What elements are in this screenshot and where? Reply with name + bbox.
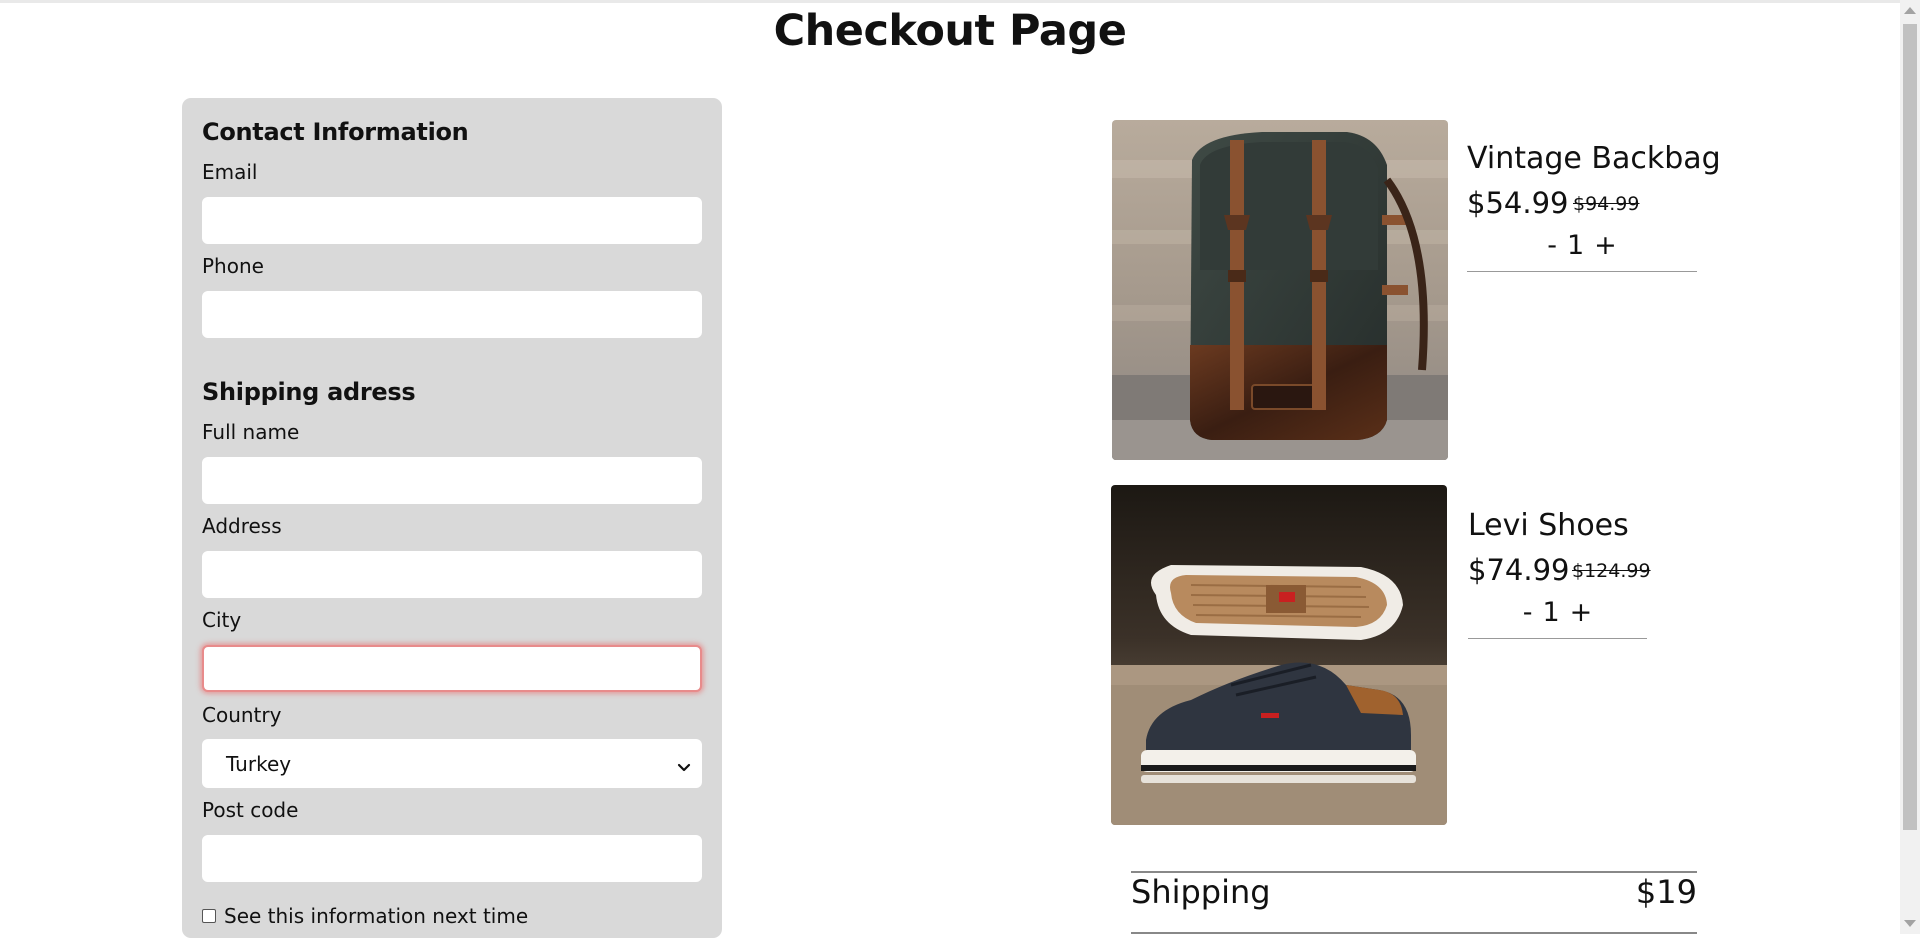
product-price: $54.99: [1467, 186, 1569, 220]
remember-info-checkbox[interactable]: [202, 909, 216, 923]
product-name: Levi Shoes: [1468, 508, 1629, 543]
backpack-photo: [1112, 120, 1448, 460]
fullname-field[interactable]: [202, 457, 702, 504]
scrollbar-thumb[interactable]: [1903, 24, 1917, 830]
phone-label: Phone: [202, 254, 264, 278]
address-label: Address: [202, 514, 282, 538]
product-old-price: $124.99: [1572, 560, 1651, 582]
page-title: Checkout Page: [773, 6, 1127, 56]
country-selected-value: Turkey: [226, 751, 292, 776]
qty-increment-button[interactable]: +: [1594, 230, 1617, 271]
email-field[interactable]: [202, 197, 702, 244]
country-select[interactable]: Turkey: [202, 739, 702, 788]
remember-info-row[interactable]: See this information next time: [202, 904, 528, 928]
qty-increment-button[interactable]: +: [1570, 597, 1593, 638]
qty-decrement-button[interactable]: -: [1547, 230, 1557, 271]
summary-divider: [1131, 932, 1697, 934]
qty-decrement-button[interactable]: -: [1523, 597, 1533, 638]
fullname-label: Full name: [202, 420, 300, 444]
city-field[interactable]: [202, 645, 702, 692]
product-price: $74.99: [1468, 553, 1570, 587]
qty-value: 1: [1566, 230, 1585, 261]
city-label: City: [202, 608, 242, 632]
shipping-label: Shipping: [1131, 873, 1271, 911]
postcode-label: Post code: [202, 798, 299, 822]
chevron-down-icon: [676, 756, 692, 772]
country-label: Country: [202, 703, 282, 727]
shipping-cost: $19: [1635, 873, 1697, 911]
quantity-stepper: - 1 +: [1468, 597, 1647, 639]
phone-field[interactable]: [202, 291, 702, 338]
scroll-down-arrow-icon[interactable]: [1904, 920, 1916, 927]
top-border: [0, 0, 1900, 3]
checkout-form-panel: Contact Information Email Phone Shipping…: [182, 98, 722, 938]
remember-info-label: See this information next time: [224, 904, 529, 928]
postcode-field[interactable]: [202, 835, 702, 882]
page-scrollbar[interactable]: [1900, 0, 1920, 934]
address-field[interactable]: [202, 551, 702, 598]
shipping-address-heading: Shipping adress: [202, 378, 416, 406]
product-name: Vintage Backbag: [1467, 141, 1721, 176]
contact-heading: Contact Information: [202, 118, 469, 146]
scroll-up-arrow-icon[interactable]: [1904, 7, 1916, 14]
quantity-stepper: - 1 +: [1467, 230, 1697, 272]
sneaker-photo: [1111, 485, 1447, 825]
product-old-price: $94.99: [1573, 193, 1640, 215]
email-label: Email: [202, 160, 258, 184]
qty-value: 1: [1542, 597, 1560, 628]
